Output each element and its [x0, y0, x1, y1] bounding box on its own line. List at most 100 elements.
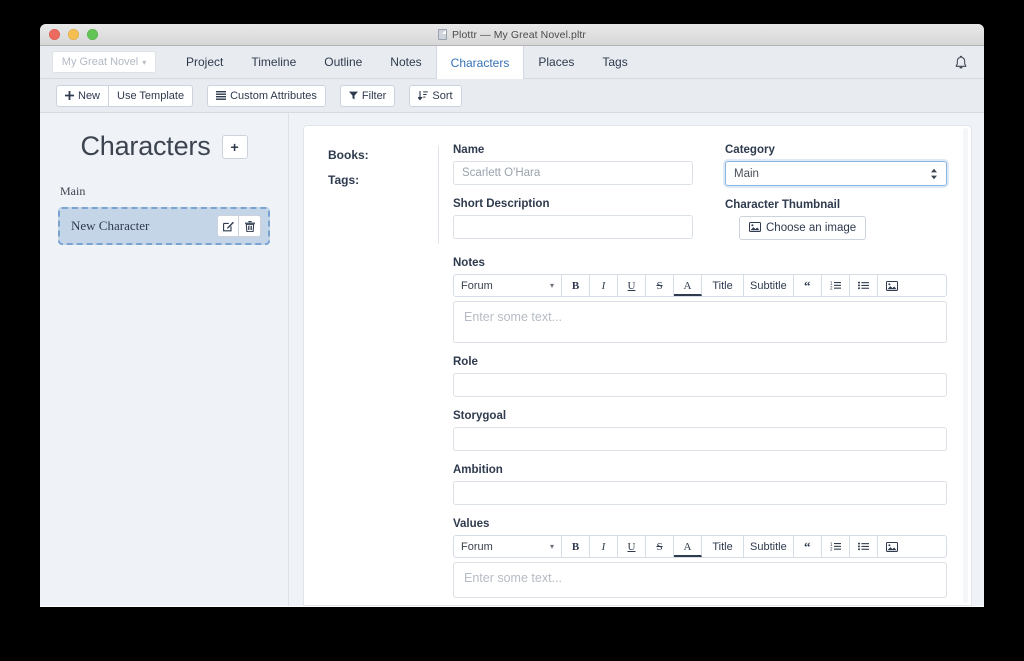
ordered-list-button[interactable]: 1 2 [822, 275, 850, 296]
character-fields: Name Short Description Category [453, 144, 951, 605]
funnel-icon [348, 91, 358, 100]
edit-icon[interactable] [217, 215, 239, 237]
role-label: Role [453, 356, 478, 368]
ordered-list-button[interactable]: 1 2 [822, 536, 850, 557]
list-icon [216, 91, 227, 100]
category-select[interactable]: Main [725, 161, 947, 186]
document-icon [437, 29, 447, 40]
chevron-down-icon: ▾ [549, 542, 554, 551]
notes-field-group: Notes Forum ▾ B I U S A Title Subtitle “… [453, 257, 947, 343]
strikethrough-button[interactable]: S [646, 536, 674, 557]
category-label: Category [725, 144, 775, 156]
new-button[interactable]: New [56, 84, 110, 107]
chevron-down-icon: ▾ [549, 281, 554, 290]
role-input[interactable] [453, 373, 947, 397]
notes-editor[interactable]: Enter some text... [453, 301, 947, 343]
custom-attributes-button[interactable]: Custom Attributes [207, 84, 326, 107]
italic-button[interactable]: I [590, 275, 618, 296]
subtitle-button[interactable]: Subtitle [744, 275, 794, 296]
bell-icon[interactable] [954, 55, 968, 70]
image-icon [749, 221, 761, 235]
name-field-group: Name Short Description [453, 144, 693, 253]
underline-button[interactable]: U [618, 275, 646, 296]
traffic-lights [40, 29, 98, 40]
character-detail-card: Books: Tags: Name Short Descript [303, 125, 972, 606]
blockquote-button[interactable]: “ [794, 536, 822, 557]
use-template-button[interactable]: Use Template [109, 84, 194, 107]
detail-scrollbar[interactable] [963, 128, 968, 603]
field-row-top: Name Short Description Category [453, 144, 947, 253]
characters-toolbar: New Use Template Custom Attributes Filte… [40, 79, 984, 113]
insert-image-button[interactable] [878, 536, 906, 557]
tab-timeline[interactable]: Timeline [237, 46, 310, 78]
ambition-field-group: Ambition [453, 464, 947, 505]
role-field-group: Role [453, 356, 947, 397]
tab-places[interactable]: Places [524, 46, 588, 78]
values-field-group: Values Forum ▾ B I U S A Title Subtitle … [453, 518, 947, 598]
title-button[interactable]: Title [702, 275, 744, 296]
trash-icon[interactable] [239, 215, 261, 237]
page-title: Characters [80, 131, 211, 161]
workspace: Characters + Main New Character Books: T… [40, 113, 984, 606]
notes-font-value: Forum [461, 279, 493, 292]
sort-button[interactable]: Sort [409, 84, 462, 107]
character-thumbnail-label: Character Thumbnail [725, 199, 841, 211]
close-button[interactable] [49, 29, 60, 40]
ambition-label: Ambition [453, 464, 503, 476]
filter-button[interactable]: Filter [339, 84, 396, 107]
notes-font-select[interactable]: Forum ▾ [454, 275, 562, 296]
name-input[interactable] [453, 161, 693, 185]
bold-button[interactable]: B [562, 275, 590, 296]
add-character-button[interactable]: + [221, 134, 248, 159]
tab-tags[interactable]: Tags [588, 46, 641, 78]
books-label: Books: [328, 148, 369, 162]
category-heading-main: Main [60, 184, 86, 198]
text-color-button[interactable]: A [674, 275, 702, 296]
choose-image-label: Choose an image [766, 222, 857, 234]
list-item[interactable]: New Character [58, 207, 270, 245]
tab-characters[interactable]: Characters [435, 46, 525, 79]
category-selected-value: Main [734, 167, 759, 180]
tab-project[interactable]: Project [172, 46, 237, 78]
window-title-group: Plottr — My Great Novel.pltr [40, 29, 984, 41]
new-button-label: New [78, 89, 101, 102]
notes-rte-toolbar: Forum ▾ B I U S A Title Subtitle “ 1 2 [453, 274, 947, 297]
insert-image-button[interactable] [878, 275, 906, 296]
character-name: New Character [71, 218, 150, 233]
choose-image-button[interactable]: Choose an image [739, 216, 867, 240]
unordered-list-button[interactable] [850, 536, 878, 557]
ambition-input[interactable] [453, 481, 947, 505]
plus-icon [65, 91, 74, 100]
name-label: Name [453, 144, 485, 156]
values-label: Values [453, 518, 490, 530]
values-editor[interactable]: Enter some text... [453, 562, 947, 598]
text-color-button[interactable]: A [674, 536, 702, 557]
window-title: Plottr — My Great Novel.pltr [451, 28, 587, 41]
svg-text:2: 2 [830, 547, 833, 551]
tags-label: Tags: [328, 173, 360, 187]
project-selector[interactable]: My Great Novel ▾ [52, 51, 156, 73]
notifications-area [954, 46, 984, 78]
main-navbar: My Great Novel ▾ Project Timeline Outlin… [40, 46, 984, 79]
nav-tabs: Project Timeline Outline Notes Character… [172, 46, 642, 79]
blockquote-button[interactable]: “ [794, 275, 822, 296]
italic-button[interactable]: I [590, 536, 618, 557]
zoom-button[interactable] [87, 29, 98, 40]
list-item-actions [217, 215, 261, 237]
title-button[interactable]: Title [702, 536, 744, 557]
meta-divider [438, 146, 439, 244]
subtitle-button[interactable]: Subtitle [744, 536, 794, 557]
minimize-button[interactable] [68, 29, 79, 40]
sidebar-header: Characters + [58, 131, 270, 162]
project-selector-label: My Great Novel [61, 56, 139, 68]
bold-button[interactable]: B [562, 536, 590, 557]
underline-button[interactable]: U [618, 536, 646, 557]
unordered-list-button[interactable] [850, 275, 878, 296]
values-font-select[interactable]: Forum ▾ [454, 536, 562, 557]
character-meta-column: Books: Tags: [320, 144, 438, 605]
tab-notes[interactable]: Notes [376, 46, 435, 78]
storygoal-input[interactable] [453, 427, 947, 451]
strikethrough-button[interactable]: S [646, 275, 674, 296]
short-description-input[interactable] [453, 215, 693, 239]
tab-outline[interactable]: Outline [310, 46, 376, 78]
